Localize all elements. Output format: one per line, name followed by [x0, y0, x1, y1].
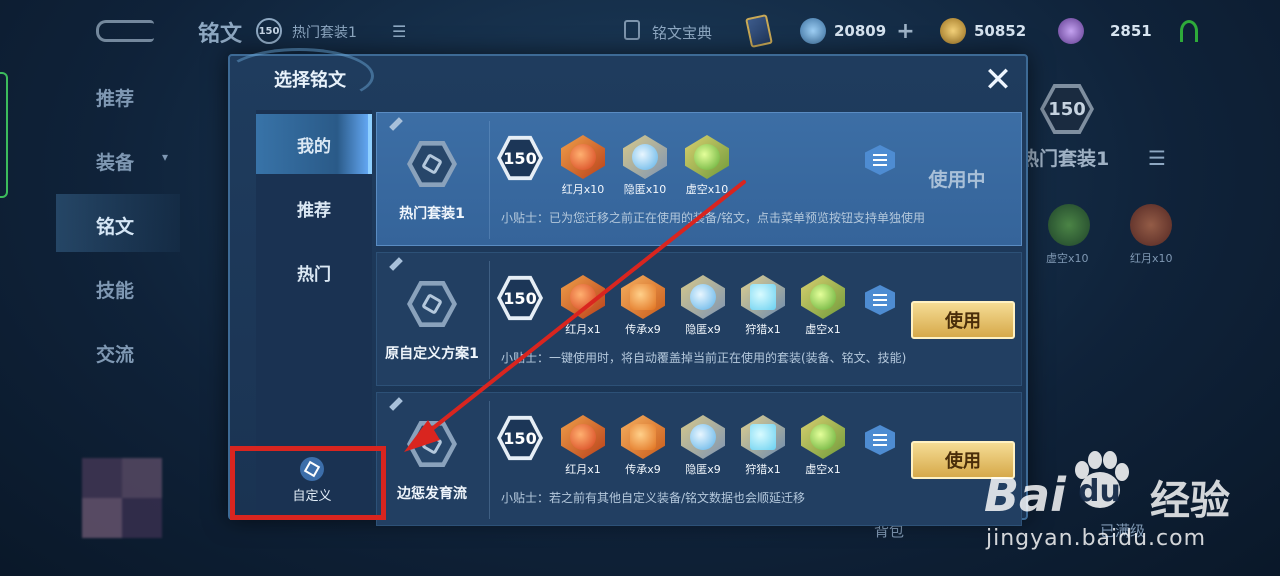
void-rune-icon — [801, 275, 845, 319]
preview-menu-icon[interactable] — [865, 145, 895, 175]
right-list-icon[interactable]: ☰ — [1148, 146, 1166, 170]
crystal-icon — [1058, 18, 1084, 44]
stealth-rune-icon — [681, 275, 725, 319]
red-moon-gem-icon — [1130, 204, 1172, 246]
back-icon[interactable] — [96, 20, 154, 42]
preset-row[interactable]: 热门套装1 150 红月x10 隐匿x10 虚空x10 使用中 小贴士：已为您迁… — [376, 112, 1022, 246]
preset-name: 热门套装1 — [399, 206, 465, 222]
gold-coin-icon — [940, 18, 966, 44]
gold-currency: 50852 — [940, 18, 1026, 44]
right-level-badge: 150 — [1040, 84, 1094, 134]
rune-slot: 隐匿x9 — [675, 415, 731, 477]
top-bar: 铭文 150 热门套装1 ☰ 铭文宝典 20809 + 50852 2851 — [0, 0, 1280, 60]
preset-emblem-icon — [407, 421, 457, 467]
wifi-icon — [1180, 20, 1198, 42]
void-gem-icon — [1048, 204, 1090, 246]
nav-item-recommend[interactable]: 推荐 — [96, 84, 134, 111]
preset-emblem-icon — [407, 141, 457, 187]
divider — [489, 261, 490, 379]
rune-slot: 红月x1 — [555, 275, 611, 337]
add-diamond-button[interactable]: + — [896, 19, 914, 44]
preset-tip: 小贴士：一键使用时，将自动覆盖掉当前正在使用的套装(装备、铭文、技能) — [501, 351, 907, 365]
nav-item-runes[interactable]: 铭文 — [96, 212, 134, 239]
rune-slot: 隐匿x9 — [675, 275, 731, 337]
rune-codex-link[interactable]: 铭文宝典 — [652, 22, 712, 43]
stealth-rune-icon — [681, 415, 725, 459]
preset-row[interactable]: 原自定义方案1 150 红月x1 传承x9 隐匿x9 狩猎x1 虚空x1 使用 … — [376, 252, 1022, 386]
diamond-icon — [800, 18, 826, 44]
red-moon-rune-icon — [561, 135, 605, 179]
divider — [489, 401, 490, 519]
rune-slot: 狩猎x1 — [735, 275, 791, 337]
crystal-currency: 2851 — [1058, 18, 1152, 44]
card-icon[interactable] — [745, 14, 773, 48]
custom-tab-label: 自定义 — [292, 488, 332, 504]
custom-hex-icon — [300, 456, 324, 481]
void-rune-icon — [801, 415, 845, 459]
inheritance-rune-icon — [621, 275, 665, 319]
preset-emblem-icon — [407, 281, 457, 327]
stealth-rune-icon — [623, 135, 667, 179]
hunt-rune-icon — [741, 415, 785, 459]
rune-slot: 虚空x10 — [679, 135, 735, 197]
hunt-rune-icon — [741, 275, 785, 319]
rune-level-badge: 150 — [497, 135, 543, 181]
edit-icon[interactable] — [386, 394, 406, 414]
rune-slot: 虚空x1 — [795, 415, 851, 477]
page-title: 铭文 — [198, 22, 243, 47]
rune-slot: 狩猎x1 — [735, 415, 791, 477]
rune-slot: 传承x9 — [615, 415, 671, 477]
void-rune-icon — [685, 135, 729, 179]
rune-slot: 红月x1 — [555, 415, 611, 477]
divider — [489, 121, 490, 239]
red-moon-rune-icon — [561, 275, 605, 319]
nav-item-social[interactable]: 交流 — [96, 340, 134, 367]
rune-slot: 虚空x1 — [795, 275, 851, 337]
rune-slot: 传承x9 — [615, 275, 671, 337]
list-icon[interactable]: ☰ — [392, 22, 406, 41]
right-preset-name: 热门套装1 — [1020, 148, 1110, 170]
edit-icon[interactable] — [386, 114, 406, 134]
right-gem-label: 虚空x10 — [1046, 252, 1089, 265]
preview-menu-icon[interactable] — [865, 425, 895, 455]
blurred-avatar — [82, 458, 162, 538]
inheritance-rune-icon — [621, 415, 665, 459]
red-moon-rune-icon — [561, 415, 605, 459]
rune-slot: 隐匿x10 — [617, 135, 673, 197]
nav-item-skills[interactable]: 技能 — [96, 276, 134, 303]
close-button[interactable]: ✕ — [978, 60, 1018, 100]
level-badge: 150 — [256, 18, 282, 44]
codex-icon[interactable] — [624, 20, 640, 40]
left-edge-tab[interactable] — [0, 72, 8, 198]
preset-tip: 小贴士：若之前有其他自定义装备/铭文数据也会顺延迁移 — [501, 491, 806, 505]
tab-custom[interactable]: 自定义 — [254, 448, 370, 512]
edit-icon[interactable] — [386, 254, 406, 274]
nav-item-equipment[interactable]: 装备 — [96, 148, 134, 175]
preset-name: 原自定义方案1 — [385, 346, 479, 362]
preset-tip: 小贴士：已为您迁移之前正在使用的装备/铭文，点击菜单预览按钮支持单独使用 — [501, 211, 926, 225]
in-use-status: 使用中 — [928, 169, 986, 191]
chevron-down-icon[interactable]: ▾ — [162, 150, 168, 164]
rune-level-badge: 150 — [497, 415, 543, 461]
diamond-currency: 20809 + — [800, 18, 915, 44]
rune-level-badge: 150 — [497, 275, 543, 321]
custom-tab-area: 自定义 — [254, 54, 370, 520]
preset-name: 边惩发育流 — [397, 486, 467, 502]
rune-slot: 红月x10 — [555, 135, 611, 197]
preset-row[interactable]: 边惩发育流 150 红月x1 传承x9 隐匿x9 狩猎x1 虚空x1 使用 小贴… — [376, 392, 1022, 526]
right-gem-label: 红月x10 — [1130, 252, 1173, 265]
baidu-watermark: Bai du 经验 jingyan.baidu.com — [984, 438, 1274, 572]
current-preset-label[interactable]: 热门套装1 — [292, 22, 357, 42]
preview-menu-icon[interactable] — [865, 285, 895, 315]
use-button[interactable]: 使用 — [911, 301, 1015, 339]
